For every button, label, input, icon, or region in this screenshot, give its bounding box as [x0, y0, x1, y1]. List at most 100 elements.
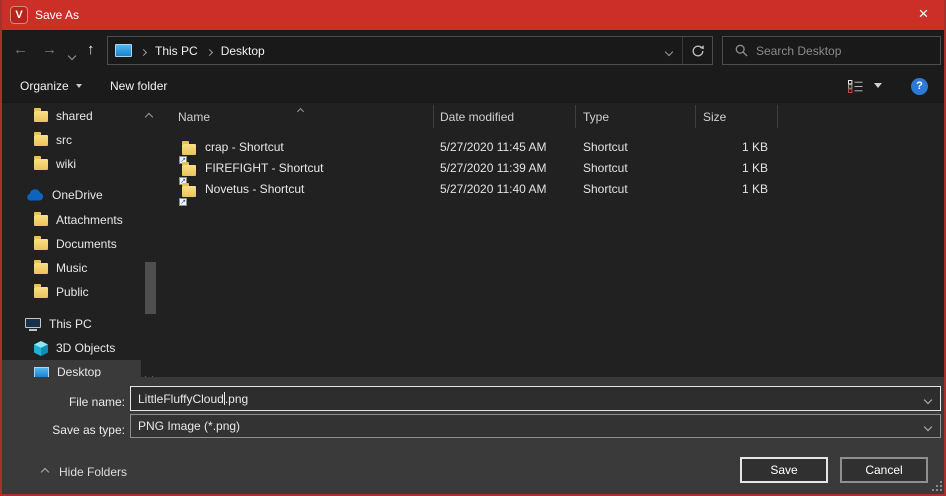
sidebar-item-attachments[interactable]: Attachments: [0, 208, 141, 232]
cancel-button[interactable]: Cancel: [840, 457, 928, 483]
monitor-icon: [34, 367, 49, 378]
sidebar-item-label: OneDrive: [52, 188, 103, 202]
onedrive-cloud-icon: [25, 189, 44, 201]
column-header-size[interactable]: Size: [703, 110, 726, 124]
computer-icon: [25, 318, 41, 331]
forward-button[interactable]: →: [42, 41, 57, 59]
change-view-button[interactable]: [848, 80, 863, 96]
save-as-type-select[interactable]: PNG Image (*.png): [130, 414, 941, 438]
file-name-text: LittleFluffyCloud: [138, 392, 224, 406]
file-row-novetus-shortcut[interactable]: ↗ Novetus - Shortcut 5/27/2020 11:40 AM …: [160, 179, 944, 200]
address-bar[interactable]: This PC Desktop: [107, 36, 713, 65]
title-bar[interactable]: V Save As ×: [0, 0, 946, 30]
search-icon: [735, 44, 748, 57]
hide-folders-button[interactable]: Hide Folders: [42, 465, 127, 479]
breadcrumb-desktop[interactable]: Desktop: [221, 44, 265, 58]
file-row-firefight-shortcut[interactable]: ↗ FIREFIGHT - Shortcut 5/27/2020 11:39 A…: [160, 158, 944, 179]
dialog-footer: File name: LittleFluffyCloud.png Save as…: [0, 377, 946, 494]
column-divider[interactable]: [575, 105, 576, 128]
address-dropdown-button[interactable]: [656, 44, 682, 58]
chevron-up-icon: [145, 113, 153, 121]
refresh-button[interactable]: [682, 37, 712, 64]
shortcut-arrow-icon: ↗: [179, 198, 187, 206]
file-size: 1 KB: [703, 179, 768, 200]
organize-button[interactable]: Organize: [20, 70, 82, 102]
sidebar-item-label: shared: [56, 109, 93, 123]
close-button[interactable]: ×: [901, 0, 946, 30]
search-input[interactable]: [756, 44, 916, 58]
sidebar-item-public[interactable]: Public: [0, 280, 141, 304]
browse-area: shared src wiki OneDrive Attachments Doc…: [0, 103, 946, 377]
folder-icon: [34, 111, 48, 122]
refresh-icon: [691, 44, 705, 58]
folder-icon: [34, 159, 48, 170]
this-pc-icon: [115, 44, 132, 57]
column-divider[interactable]: [695, 105, 696, 128]
save-button[interactable]: Save: [740, 457, 828, 483]
file-date: 5/27/2020 11:39 AM: [440, 158, 547, 179]
breadcrumb-separator-icon: [141, 44, 146, 58]
file-name: Novetus - Shortcut: [205, 179, 304, 200]
view-options-dropdown[interactable]: [874, 83, 882, 88]
file-type: Shortcut: [583, 158, 628, 179]
sidebar-scrollbar-thumb[interactable]: [145, 262, 156, 314]
sidebar-item-label: Music: [56, 261, 87, 275]
sidebar-item-shared[interactable]: shared: [0, 104, 141, 128]
folder-shortcut-icon: ↗: [182, 183, 196, 204]
sidebar-item-documents[interactable]: Documents: [0, 232, 141, 256]
window-title: Save As: [35, 8, 79, 22]
chevron-down-icon: [76, 84, 82, 88]
file-date: 5/27/2020 11:45 AM: [440, 137, 547, 158]
file-name-label: File name:: [0, 395, 125, 409]
sidebar-item-3d-objects[interactable]: 3D Objects: [0, 336, 141, 360]
column-header-date-modified[interactable]: Date modified: [440, 110, 514, 124]
folder-icon: [34, 135, 48, 146]
up-button[interactable]: ↑: [87, 41, 95, 59]
recent-locations-button[interactable]: [69, 48, 75, 62]
details-view-icon: [848, 80, 863, 93]
sidebar-item-wiki[interactable]: wiki: [0, 152, 141, 176]
save-as-dialog: V Save As × ← → ↑ This PC Desktop: [0, 0, 946, 496]
new-folder-button[interactable]: New folder: [110, 70, 167, 102]
file-row-crap-shortcut[interactable]: ↗ crap - Shortcut 5/27/2020 11:45 AM Sho…: [160, 137, 944, 158]
folder-icon: [34, 287, 48, 298]
search-box[interactable]: [722, 36, 941, 65]
breadcrumb-separator-icon: [207, 44, 212, 58]
file-type: Shortcut: [583, 137, 628, 158]
file-name-input[interactable]: LittleFluffyCloud.png: [130, 386, 941, 411]
column-header-type[interactable]: Type: [583, 110, 609, 124]
column-header-name[interactable]: Name: [178, 110, 210, 124]
sidebar-item-src[interactable]: src: [0, 128, 141, 152]
column-divider[interactable]: [433, 105, 434, 128]
sidebar-item-music[interactable]: Music: [0, 256, 141, 280]
save-as-type-dropdown-button[interactable]: [925, 419, 931, 433]
breadcrumb-this-pc[interactable]: This PC: [155, 44, 198, 58]
file-name-dropdown-button[interactable]: [925, 392, 931, 406]
sidebar-scroll-up-button[interactable]: [146, 109, 152, 123]
chevron-down-icon: [665, 47, 673, 55]
chevron-down-icon: [68, 52, 76, 60]
command-toolbar: Organize New folder ?: [0, 70, 946, 103]
file-size: 1 KB: [703, 158, 768, 179]
vivaldi-logo-icon: V: [10, 6, 28, 24]
file-list-header: Name Date modified Type Size: [160, 103, 946, 130]
sidebar-item-onedrive[interactable]: OneDrive: [0, 183, 141, 207]
chevron-down-icon: [924, 395, 932, 403]
file-name-extension: .png: [225, 392, 248, 406]
sidebar-item-label: 3D Objects: [56, 341, 115, 355]
resize-grip[interactable]: [930, 479, 942, 491]
sidebar-item-label: wiki: [56, 157, 76, 171]
navigation-bar: ← → ↑ This PC Desktop: [0, 30, 946, 70]
file-type: Shortcut: [583, 179, 628, 200]
back-button[interactable]: ←: [13, 41, 28, 59]
file-name: crap - Shortcut: [205, 137, 284, 158]
file-name: FIREFIGHT - Shortcut: [205, 158, 323, 179]
folder-icon: [34, 239, 48, 250]
save-as-type-label: Save as type:: [0, 423, 125, 437]
sidebar-item-label: Attachments: [56, 213, 123, 227]
folder-icon: [34, 263, 48, 274]
sidebar-item-this-pc[interactable]: This PC: [0, 312, 141, 336]
chevron-down-icon: [924, 423, 932, 431]
help-button[interactable]: ?: [911, 78, 928, 95]
column-divider[interactable]: [777, 105, 778, 128]
